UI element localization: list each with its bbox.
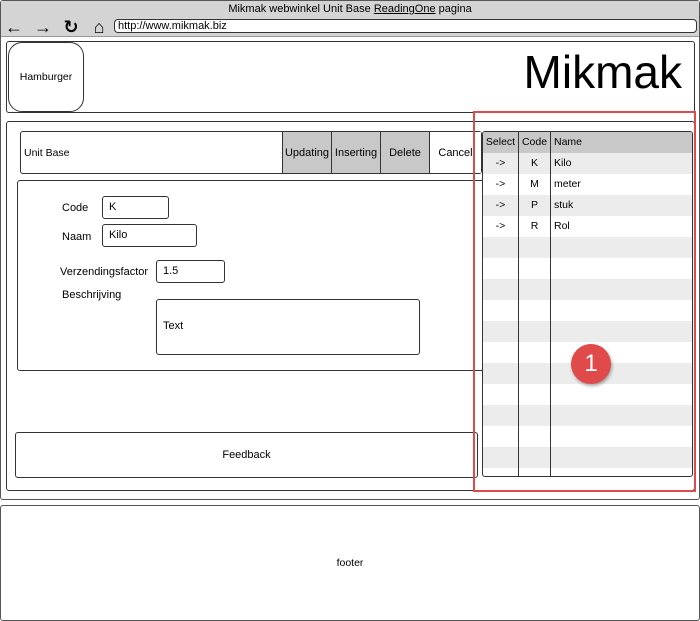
verzendingsfactor-label: Verzendingsfactor — [60, 266, 149, 278]
unit-base-title: Unit Base — [24, 147, 70, 159]
site-logo: Mikmak — [523, 46, 682, 98]
beschrijving-label: Beschrijving — [62, 289, 122, 301]
annotation-badge: 1 — [571, 344, 611, 384]
naam-input[interactable]: Kilo — [102, 224, 197, 247]
browser-toolbar: ← → ↻ ⌂ http://www.mikmak.biz — [1, 17, 699, 37]
address-bar[interactable]: http://www.mikmak.biz — [114, 19, 697, 33]
delete-button[interactable]: Delete — [380, 132, 429, 173]
code-label: Code — [62, 202, 89, 214]
unit-base-bar: Unit Base Updating Inserting Delete Canc… — [20, 131, 482, 174]
verzendingsfactor-input[interactable]: 1.5 — [156, 260, 225, 283]
window-title: Mikmak webwinkel Unit Base ReadingOne pa… — [1, 1, 699, 17]
title-link[interactable]: ReadingOne — [374, 3, 436, 15]
code-input[interactable]: K — [102, 196, 169, 219]
reload-icon[interactable]: ↻ — [61, 18, 81, 36]
feedback-box: Feedback — [15, 432, 478, 478]
updating-button[interactable]: Updating — [282, 132, 331, 173]
page-header: Hamburger Mikmak — [6, 41, 695, 113]
hamburger-menu-button[interactable]: Hamburger — [8, 42, 84, 112]
title-suffix: pagina — [435, 3, 472, 15]
unit-form: Code K Naam Kilo Verzendingsfactor 1.5 B… — [17, 180, 487, 371]
back-arrow-icon[interactable]: ← — [4, 18, 24, 36]
beschrijving-textarea[interactable]: Text — [156, 299, 420, 355]
inserting-button[interactable]: Inserting — [331, 132, 380, 173]
forward-arrow-icon[interactable]: → — [33, 18, 53, 36]
naam-label: Naam — [62, 231, 92, 243]
page-footer: footer — [0, 505, 700, 621]
annotation-highlight-box — [473, 111, 696, 492]
title-prefix: Mikmak webwinkel Unit Base — [228, 3, 374, 15]
home-icon[interactable]: ⌂ — [89, 18, 109, 36]
